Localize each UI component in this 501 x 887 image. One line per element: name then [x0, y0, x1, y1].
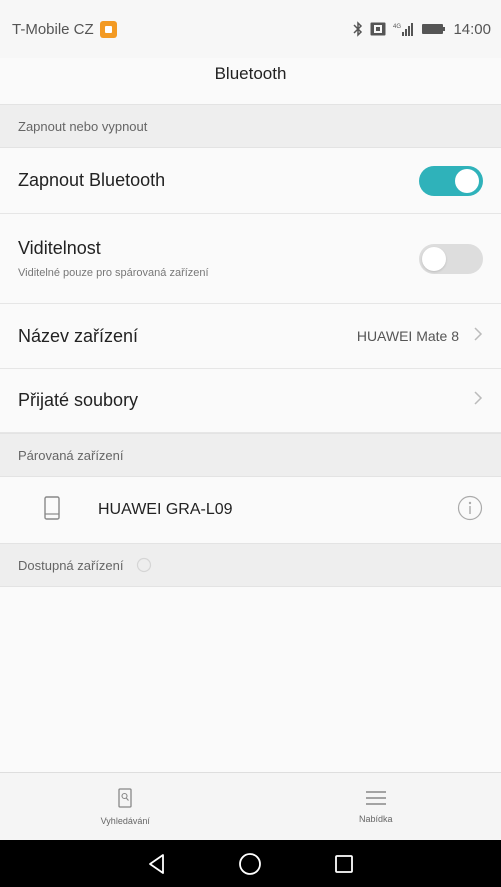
system-navigation-bar: [0, 840, 501, 887]
paired-device-row[interactable]: HUAWEI GRA-L09: [0, 477, 501, 543]
home-icon[interactable]: [230, 844, 270, 884]
status-left: T-Mobile CZ: [12, 20, 117, 38]
bluetooth-toggle-row[interactable]: Zapnout Bluetooth: [0, 148, 501, 214]
visibility-sublabel: Viditelné pouze pro spárovaná zařízení: [18, 267, 209, 279]
signal-icon: 4G: [393, 21, 415, 37]
carrier-name: T-Mobile CZ: [12, 20, 94, 38]
device-name-right: HUAWEI Mate 8: [357, 326, 483, 347]
section-header-available: Dostupná zařízení: [0, 543, 501, 587]
svg-text:4G: 4G: [393, 24, 401, 30]
phone-icon: [44, 495, 60, 525]
device-name-label: Název zařízení: [18, 325, 139, 346]
bluetooth-icon: [353, 21, 363, 37]
bluetooth-label: Zapnout Bluetooth: [18, 170, 166, 190]
visibility-text: Viditelnost Viditelné pouze pro spárovan…: [18, 238, 209, 279]
menu-icon: [365, 790, 387, 808]
visibility-switch[interactable]: [419, 243, 483, 274]
device-name-row[interactable]: Název zařízení HUAWEI Mate 8: [0, 304, 501, 369]
visibility-row[interactable]: Viditelnost Viditelné pouze pro spárovan…: [0, 214, 501, 304]
back-icon[interactable]: [137, 844, 177, 884]
battery-icon: [422, 23, 446, 35]
loading-spinner-icon: [136, 557, 152, 573]
chevron-right-icon: [473, 326, 483, 347]
switch-knob: [455, 168, 479, 193]
chevron-right-icon: [473, 390, 483, 411]
recents-icon[interactable]: [324, 844, 364, 884]
paired-device-name: HUAWEI GRA-L09: [98, 501, 233, 518]
available-header-label: Dostupná zařízení: [18, 557, 124, 573]
notification-icon: [99, 20, 117, 38]
section-header-toggle: Zapnout nebo vypnout: [0, 104, 501, 148]
visibility-label: Viditelnost: [18, 238, 101, 258]
status-right: 4G 14:00: [353, 21, 491, 38]
device-name-value: HUAWEI Mate 8: [356, 328, 459, 344]
search-button[interactable]: Vyhledávání: [0, 773, 251, 840]
page-title: Bluetooth: [214, 64, 287, 83]
menu-button[interactable]: Nabídka: [251, 773, 501, 840]
menu-label: Nabídka: [358, 813, 393, 824]
nfc-icon: [370, 22, 386, 36]
received-files-label: Přijaté soubory: [18, 390, 139, 410]
status-time: 14:00: [453, 20, 491, 38]
info-icon[interactable]: [457, 495, 483, 526]
bottom-nav: Vyhledávání Nabídka: [0, 772, 501, 840]
search-device-icon: [118, 787, 132, 810]
bluetooth-switch[interactable]: [419, 165, 483, 196]
search-label: Vyhledávání: [100, 815, 150, 826]
section-header-paired: Párovaná zařízení: [0, 433, 501, 477]
paired-device-left: HUAWEI GRA-L09: [44, 495, 233, 525]
received-files-row[interactable]: Přijaté soubory: [0, 369, 501, 433]
switch-knob: [422, 246, 446, 271]
